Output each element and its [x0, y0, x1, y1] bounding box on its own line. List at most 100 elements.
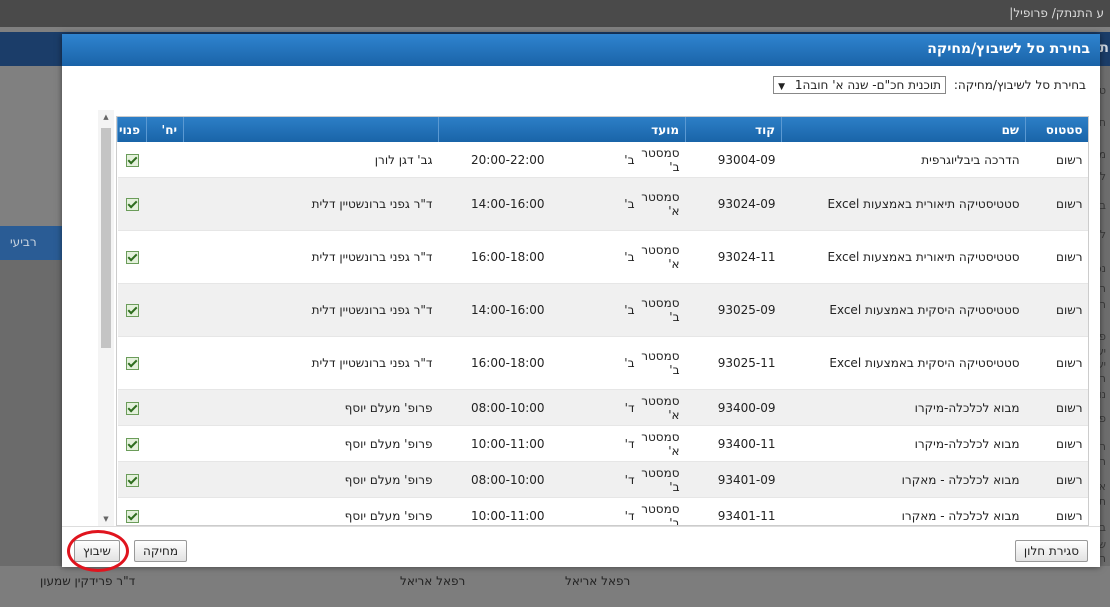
- cell-status: רשום: [1025, 142, 1088, 178]
- checkbox-checked-icon[interactable]: [125, 304, 139, 317]
- cell-course-name: סטטיסטיקה תיאורית באמצעות Excel: [781, 177, 1026, 231]
- column-header-name[interactable]: שם: [781, 117, 1026, 142]
- cell-course-code: 93400-09: [685, 389, 782, 426]
- cell-hours: 10:00-11:00: [438, 425, 551, 462]
- column-header-code[interactable]: קוד: [685, 117, 782, 142]
- background-left-header-label: רביעי: [10, 235, 37, 249]
- checkbox-checked-icon[interactable]: [125, 401, 139, 415]
- table-row[interactable]: רשום סטטיסטיקה היסקית באמצעות Excel 93025-…: [117, 336, 1088, 390]
- cell-lecturer: ד"ר גפני ברונשטיין דלית: [183, 177, 439, 231]
- cell-free: [117, 497, 147, 525]
- checkbox-checked-icon[interactable]: [125, 198, 139, 211]
- cell-day: ד': [550, 425, 641, 462]
- cell-lecturer: ד"ר גפני ברונשטיין דלית: [183, 230, 439, 284]
- cell-status: רשום: [1025, 497, 1088, 525]
- cell-semester: סמסטר א': [640, 389, 686, 426]
- background-top-links: ע התנתק/ פרופיל|: [1009, 6, 1104, 20]
- cell-status: רשום: [1025, 425, 1088, 462]
- cell-free: [117, 336, 147, 390]
- scrollbar-thumb[interactable]: [101, 128, 111, 348]
- cell-day: ד': [550, 389, 641, 426]
- cell-semester: סמסטר ב': [640, 283, 686, 337]
- cell-hours: 16:00-18:00: [438, 336, 551, 390]
- cell-free: [117, 389, 147, 426]
- cell-free: [117, 283, 147, 337]
- cell-course-name: סטטיסטיקה היסקית באמצעות Excel: [781, 336, 1026, 390]
- cell-course-code: 93024-11: [685, 230, 782, 284]
- background-top-bar: [0, 0, 1110, 27]
- column-header-time[interactable]: מועד: [437, 117, 686, 142]
- checkbox-checked-icon[interactable]: [125, 153, 139, 167]
- cell-course-name: סטטיסטיקה היסקית באמצעות Excel: [781, 283, 1026, 337]
- basket-selection-dialog: בחירת סל לשיבוץ/מחיקה בחירת סל לשיבוץ/מח…: [62, 34, 1100, 572]
- cell-day: ד': [550, 497, 641, 525]
- cell-course-code: 93004-09: [685, 142, 782, 178]
- cell-free: [117, 425, 147, 462]
- table-row[interactable]: רשום מבוא לכלכלה-מיקרו 93400-09 סמסטר א' ד' 0…: [117, 389, 1088, 426]
- cell-day: ב': [550, 177, 641, 231]
- basket-select-value: תוכנית חכ"ם- שנה א' חובה1: [794, 78, 941, 92]
- cell-course-name: סטטיסטיקה תיאורית באמצעות Excel: [781, 230, 1026, 284]
- vertical-scrollbar[interactable]: ▲ ▼: [98, 110, 114, 526]
- dialog-footer: שיבוץ מחיקה סגירת חלון: [62, 526, 1100, 572]
- cell-lecturer: ד"ר גפני ברונשטיין דלית: [183, 336, 439, 390]
- cell-hours: 14:00-16:00: [438, 283, 551, 337]
- column-header-status[interactable]: סטטוס: [1025, 117, 1088, 142]
- highlight-circle: [67, 530, 129, 572]
- cell-course-code: 93024-09: [685, 177, 782, 231]
- chevron-down-icon: ▼: [778, 82, 786, 92]
- cell-day: ב': [550, 283, 641, 337]
- cell-credits: [146, 230, 184, 284]
- scroll-down-arrow-icon[interactable]: ▼: [98, 512, 114, 526]
- cell-free: [117, 142, 147, 178]
- cell-hours: 10:00-11:00: [438, 497, 551, 525]
- cell-status: רשום: [1025, 461, 1088, 498]
- cell-day: ד': [550, 461, 641, 498]
- courses-table-container: סטטוס שם קוד מועד יח' פנוי רשום הדרכה ביב…: [116, 116, 1089, 526]
- checkbox-checked-icon[interactable]: [125, 251, 139, 264]
- cell-course-code: 93401-11: [685, 497, 782, 525]
- cell-hours: 08:00-10:00: [438, 461, 551, 498]
- cell-status: רשום: [1025, 389, 1088, 426]
- cell-status: רשום: [1025, 336, 1088, 390]
- checkbox-checked-icon[interactable]: [125, 509, 139, 523]
- background-bottom-strip: [0, 566, 1110, 607]
- column-header-free[interactable]: פנוי: [117, 117, 147, 142]
- cell-credits: [146, 177, 184, 231]
- background-bottom-text: ד"ר פרידקין שמעון: [40, 574, 136, 588]
- dialog-title-bar: בחירת סל לשיבוץ/מחיקה: [62, 34, 1100, 66]
- background-bottom-text: רפאל אריאל: [400, 574, 466, 588]
- cell-hours: 16:00-18:00: [438, 230, 551, 284]
- basket-selector-label: בחירת סל לשיבוץ/מחיקה:: [953, 78, 1086, 92]
- basket-selector-row: בחירת סל לשיבוץ/מחיקה: תוכנית חכ"ם- שנה …: [773, 76, 1086, 94]
- scroll-up-arrow-icon[interactable]: ▲: [98, 110, 114, 124]
- cell-credits: [146, 336, 184, 390]
- table-row[interactable]: רשום הדרכה ביבליוגרפית 93004-09 סמסטר ב' ב' 2…: [117, 142, 1088, 178]
- table-row[interactable]: רשום סטטיסטיקה תיאורית באמצעות Excel 93024…: [117, 177, 1088, 231]
- cell-semester: סמסטר א': [640, 230, 686, 284]
- cell-course-name: הדרכה ביבליוגרפית: [781, 142, 1026, 178]
- cell-day: ב': [550, 142, 641, 178]
- table-row[interactable]: רשום סטטיסטיקה תיאורית באמצעות Excel 93024…: [117, 230, 1088, 284]
- column-header-credits[interactable]: יח': [146, 117, 184, 142]
- cell-credits: [146, 142, 184, 178]
- table-row[interactable]: רשום מבוא לכלכלה - מאקרו 93401-11 סמסטר ב' ד…: [117, 497, 1088, 525]
- basket-select[interactable]: תוכנית חכ"ם- שנה א' חובה1 ▼: [773, 76, 946, 94]
- checkbox-checked-icon[interactable]: [125, 437, 139, 451]
- cell-hours: 20:00-22:00: [438, 142, 551, 178]
- close-window-button[interactable]: סגירת חלון: [1014, 540, 1088, 562]
- delete-button[interactable]: מחיקה: [134, 540, 188, 562]
- cell-lecturer: פרופ' מעלם יוסף: [183, 425, 439, 462]
- checkbox-checked-icon[interactable]: [125, 473, 139, 487]
- cell-lecturer: ד"ר גפני ברונשטיין דלית: [183, 283, 439, 337]
- cell-free: [117, 230, 147, 284]
- cell-course-code: 93401-09: [685, 461, 782, 498]
- table-row[interactable]: רשום מבוא לכלכלה-מיקרו 93400-11 סמסטר א' ד' 1…: [117, 425, 1088, 462]
- checkbox-checked-icon[interactable]: [125, 357, 139, 370]
- cell-lecturer: פרופ' מעלם יוסף: [183, 497, 439, 525]
- dialog-title: בחירת סל לשיבוץ/מחיקה: [927, 41, 1090, 57]
- table-row[interactable]: רשום מבוא לכלכלה - מאקרו 93401-09 סמסטר ב' ד…: [117, 461, 1088, 498]
- background-bottom-text: רפאל אריאל: [565, 574, 631, 588]
- cell-day: ב': [550, 230, 641, 284]
- table-row[interactable]: רשום סטטיסטיקה היסקית באמצעות Excel 93025-…: [117, 283, 1088, 337]
